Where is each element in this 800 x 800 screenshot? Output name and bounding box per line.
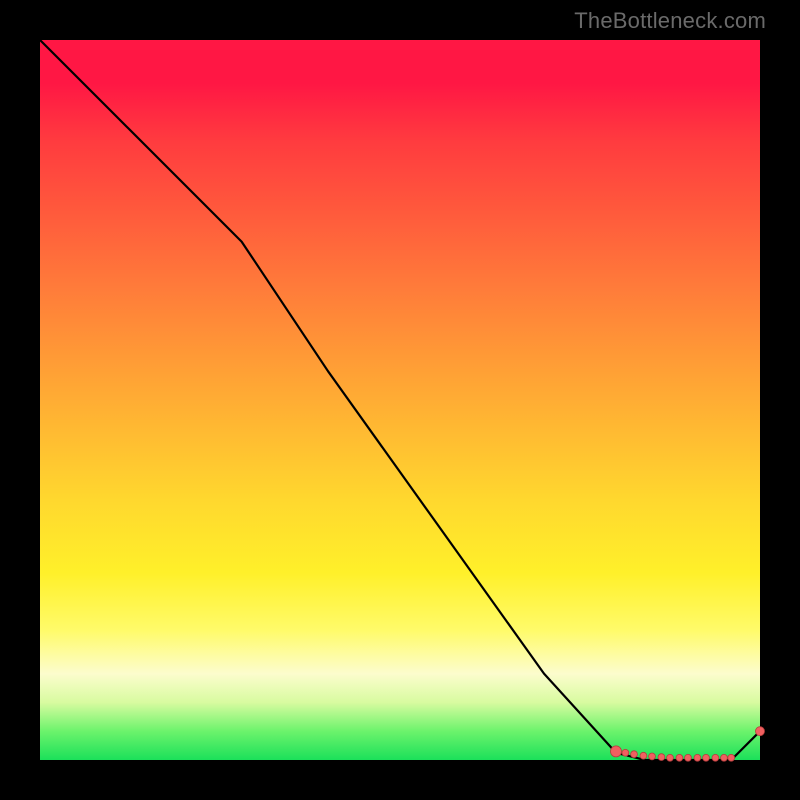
marker-dot (667, 754, 674, 761)
curve-path (40, 40, 760, 760)
marker-dot (694, 754, 701, 761)
marker-dot (640, 752, 647, 759)
watermark-text: TheBottleneck.com (574, 8, 766, 34)
marker-dot (631, 751, 638, 758)
marker-dot (685, 754, 692, 761)
marker-dot (658, 754, 665, 761)
marker-dot (622, 749, 629, 756)
marker-dot (712, 754, 719, 761)
curve-layer (40, 40, 760, 760)
marker-dot (721, 754, 728, 761)
marker-dot (649, 753, 656, 760)
chart-frame: TheBottleneck.com (0, 0, 800, 800)
marker-dot (703, 754, 710, 761)
marker-dot (676, 754, 683, 761)
plot-area (40, 40, 760, 760)
marker-dot (756, 727, 765, 736)
marker-dot (611, 746, 622, 757)
curve-markers (611, 727, 765, 761)
marker-dot (728, 754, 735, 761)
